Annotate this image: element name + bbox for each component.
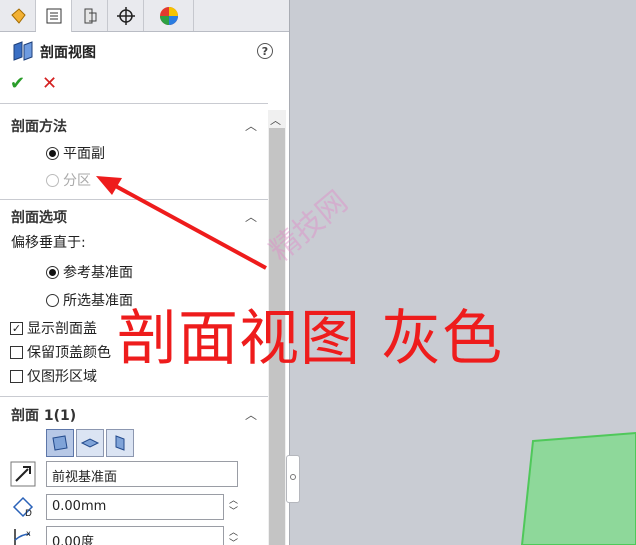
top-plane-icon	[80, 438, 100, 448]
configuration-manager-icon	[84, 8, 96, 23]
section-method-title: 剖面方法	[11, 119, 67, 135]
radio-indicator	[46, 265, 59, 279]
checkbox-label: 显示剖面盖	[27, 321, 97, 337]
section-view-icon	[13, 41, 33, 61]
feature-manager-icon	[10, 7, 26, 24]
radio-zonal-section: 分区	[46, 170, 91, 190]
checkbox-label: 保留顶盖颜色	[27, 345, 111, 361]
front-plane-button[interactable]	[46, 429, 74, 457]
radio-indicator	[46, 173, 59, 187]
radio-indicator	[46, 293, 59, 307]
svg-text:D: D	[25, 509, 32, 519]
ok-button[interactable]: ✔	[10, 73, 25, 94]
checkbox-graphics-only[interactable]: 仅图形区域	[10, 366, 97, 386]
property-manager-panel: 剖面视图 ? ✔ ✕ 剖面方法 ︿ 平面副 分区 剖面选项 ︿ 偏移垂直于: 参…	[0, 0, 290, 545]
radio-indicator	[46, 146, 59, 160]
right-plane-button[interactable]	[106, 429, 134, 457]
annotation-text: 剖面视图 灰色	[117, 304, 504, 374]
rotation-angle-field[interactable]: 0.00度	[46, 526, 224, 545]
collapse-section-method-icon[interactable]: ︿	[245, 117, 257, 134]
offset-distance-field[interactable]: 0.00mm	[46, 494, 224, 520]
radio-planar-section[interactable]: 平面副	[46, 143, 105, 163]
checkbox-indicator: ✓	[10, 321, 23, 335]
reference-plane-selector-icon[interactable]	[10, 461, 36, 487]
scroll-up-icon[interactable]: ︿	[270, 112, 281, 128]
manager-tab-bar	[0, 0, 289, 32]
graphics-viewport[interactable]	[290, 0, 636, 545]
dimxpert-icon	[116, 6, 135, 25]
radio-label: 参考基准面	[63, 265, 133, 281]
splitter-grip-icon	[290, 474, 296, 480]
checkbox-show-section-cap[interactable]: ✓ 显示剖面盖	[10, 318, 97, 338]
reference-plane-field[interactable]: 前视基准面	[46, 461, 238, 487]
dimxpert-manager-tab[interactable]	[108, 0, 144, 31]
radio-label: 平面副	[63, 146, 105, 162]
divider	[0, 199, 268, 200]
plane-button-group	[46, 429, 136, 457]
divider	[0, 396, 268, 397]
front-plane-icon	[52, 435, 68, 451]
divider	[0, 103, 268, 104]
section-plane-preview[interactable]	[290, 0, 636, 545]
collapse-section-options-icon[interactable]: ︿	[245, 208, 257, 225]
property-manager-icon	[46, 8, 61, 24]
display-manager-icon	[159, 6, 178, 25]
checkbox-indicator	[10, 369, 23, 383]
cancel-button[interactable]: ✕	[42, 73, 57, 94]
offset-normal-label: 偏移垂直于:	[11, 235, 86, 251]
radio-reference-plane[interactable]: 参考基准面	[46, 262, 133, 282]
property-manager-tab[interactable]	[36, 0, 72, 32]
configuration-manager-tab[interactable]	[72, 0, 108, 31]
right-plane-icon	[115, 435, 125, 451]
rotation-angle-spinner[interactable]: ︿ ﹀	[229, 528, 238, 545]
page-title: 剖面视图	[40, 45, 96, 61]
section1-title: 剖面 1(1)	[11, 408, 77, 424]
display-manager-tab[interactable]	[144, 0, 194, 31]
rotation-angle-icon: x	[14, 529, 31, 545]
feature-manager-tab[interactable]	[0, 0, 36, 31]
checkbox-keep-cap-color[interactable]: 保留顶盖颜色	[10, 342, 111, 362]
radio-label: 分区	[63, 173, 91, 189]
checkbox-label: 仅图形区域	[27, 369, 97, 385]
offset-distance-spinner[interactable]: ︿ ﹀	[229, 496, 238, 518]
offset-distance-icon: D	[12, 496, 34, 519]
collapse-section1-icon[interactable]: ︿	[245, 406, 257, 423]
checkbox-indicator	[10, 345, 23, 359]
help-button[interactable]: ?	[257, 43, 273, 59]
section-options-title: 剖面选项	[11, 210, 67, 226]
top-plane-button[interactable]	[76, 429, 104, 457]
svg-text:x: x	[26, 529, 31, 538]
